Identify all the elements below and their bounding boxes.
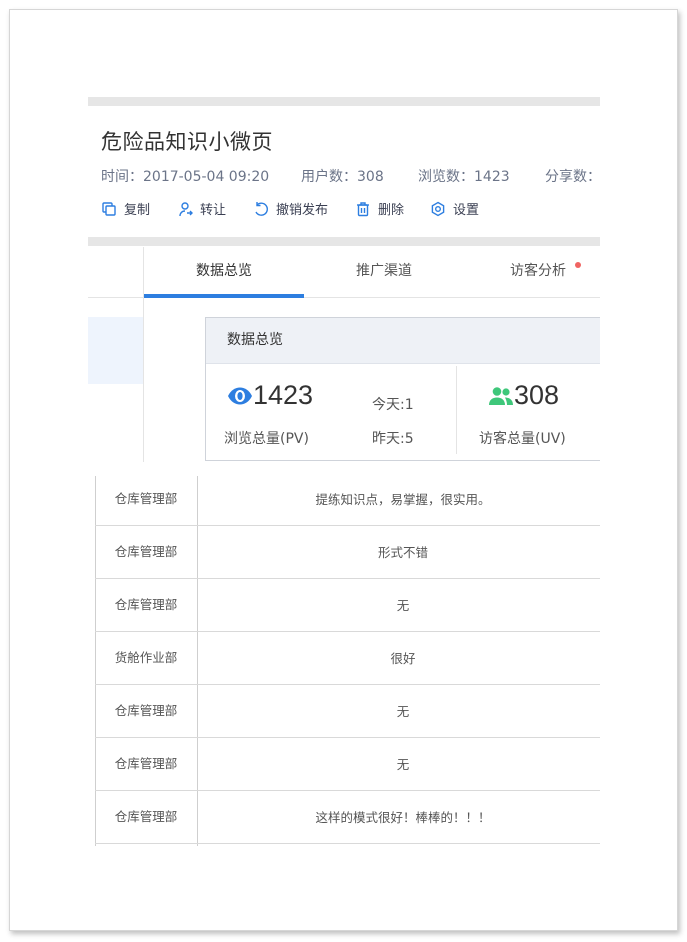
table-row: 仓库管理部 这样的模式很好！棒棒的！！！ [95,790,600,844]
dashboard-panel: 数据总览 推广渠道 访客分析 数据总览 1423 今天:1 浏览总量(PV) 昨… [88,247,600,462]
dept-text: 仓库管理部 [114,809,178,824]
tab-data-overview-label: 数据总览 [196,263,252,279]
undo-icon [255,201,268,216]
transfer-button[interactable]: 转让 [177,199,226,218]
overview-card: 数据总览 1423 今天:1 浏览总量(PV) 昨天:5 308 访客总量(UV… [205,317,600,461]
tab-promotion-channels-label: 推广渠道 [356,263,412,279]
comment-cell: 很好 [390,651,416,666]
tab-promotion-channels[interactable]: 推广渠道 [304,247,464,297]
page-title: 危险品知识小微页 [101,130,273,154]
meta-time: 时间：2017-05-04 09:20 [101,169,270,185]
table-row: 仓库管理部 提练知识点，易掌握，很实用。 [95,476,600,526]
pv-today: 今天:1 [372,397,414,413]
comment-cell: 无 [396,757,410,772]
left-nav-active-item[interactable] [88,317,143,384]
table-row: 仓库管理部 无 [95,684,600,738]
gear-icon [431,201,445,216]
left-nav-divider [88,297,143,298]
uv-total-value: 308 [514,380,560,410]
comments-table: 仓库管理部 提练知识点，易掌握，很实用。 仓库管理部 形式不错 仓库管理部 无 … [95,476,600,846]
dept-text: 仓库管理部 [114,597,178,612]
unpublish-label: 撤销发布 [276,203,329,218]
dept-text: 仓库管理部 [114,544,178,559]
comment-cell: 无 [396,704,410,719]
action-toolbar: 复制 转让 撤销发布 删除 设置 [101,199,600,219]
dept-text: 仓库管理部 [114,703,178,718]
dept-cell: 仓库管理部 [95,790,197,843]
table-row: 货舱作业部 很好 [95,631,600,685]
dept-cell: 仓库管理部 [95,476,197,525]
comment-cell: 这样的模式很好！棒棒的！！！ [315,810,491,825]
meta-views: 浏览数：1423 [418,169,510,185]
delete-button[interactable]: 删除 [355,199,404,218]
overview-card-header: 数据总览 [206,318,600,364]
eye-icon [228,387,252,405]
comment-cell: 形式不错 [377,545,428,560]
copy-button[interactable]: 复制 [101,199,150,218]
dept-cell: 仓库管理部 [95,525,197,578]
dept-text: 仓库管理部 [114,491,178,506]
tab-data-overview[interactable]: 数据总览 [144,247,304,298]
left-nav-pane [88,247,143,462]
meta-users: 用户数：308 [301,169,384,185]
pv-yesterday: 昨天:5 [372,431,414,447]
tab-bar: 数据总览 推广渠道 访客分析 [144,247,600,298]
dept-cell: 货舱作业部 [95,631,197,684]
uv-total-label: 访客总量(UV) [479,431,566,447]
settings-button[interactable]: 设置 [430,199,479,218]
comment-cell: 无 [396,598,410,613]
section-divider-bar [88,237,600,246]
dept-cell: 仓库管理部 [95,578,197,631]
dept-text: 仓库管理部 [114,756,178,771]
dept-cell: 仓库管理部 [95,684,197,737]
copy-icon [102,201,116,216]
copy-label: 复制 [124,203,151,218]
users-icon [489,387,513,405]
notification-dot [575,262,581,268]
meta-shares: 分享数： [545,169,601,185]
delete-label: 删除 [378,203,405,218]
active-tab-indicator [144,294,304,298]
top-divider-bar [88,97,600,106]
tab-visitor-analysis-label: 访客分析 [510,263,566,279]
unpublish-button[interactable]: 撤销发布 [253,199,328,218]
settings-label: 设置 [453,203,480,218]
card-divider [456,366,457,454]
table-row: 仓库管理部 无 [95,737,600,791]
table-row: 仓库管理部 形式不错 [95,525,600,579]
table-row: 仓库管理部 无 [95,578,600,632]
pv-total-value: 1423 [253,380,314,410]
dept-cell: 仓库管理部 [95,737,197,790]
trash-icon [357,201,369,216]
tab-visitor-analysis[interactable]: 访客分析 [458,247,600,297]
dept-text: 货舱作业部 [114,650,178,665]
comment-cell: 提练知识点，易掌握，很实用。 [315,492,491,507]
transfer-label: 转让 [200,203,227,218]
pv-total-label: 浏览总量(PV) [224,431,309,447]
user-transfer-icon [179,201,193,216]
